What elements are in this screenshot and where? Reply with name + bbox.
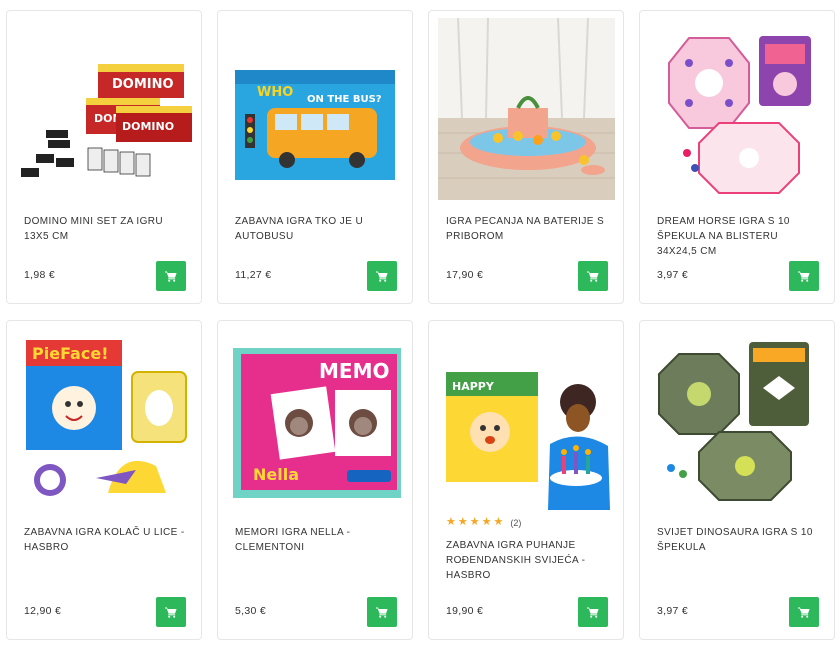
- product-card[interactable]: DOMINO DOMINO DOMINO DOMINO MINI SET ZA …: [6, 10, 202, 304]
- add-to-cart-button[interactable]: [578, 597, 608, 627]
- svg-text:MEMO: MEMO: [319, 359, 389, 383]
- add-to-cart-button[interactable]: [156, 597, 186, 627]
- svg-text:Nella: Nella: [253, 465, 299, 484]
- product-title[interactable]: ZABAVNA IGRA PUHANJE ROĐENDANSKIH SVIJEĆ…: [446, 538, 609, 583]
- product-card[interactable]: HAPPY ★ ★ ★ ★ ★ (2) ZABAVNA IGRA PUHANJE…: [428, 320, 624, 640]
- svg-text:PieFace!: PieFace!: [32, 344, 108, 363]
- product-card[interactable]: DREAM HORSE IGRA S 10 ŠPEKULA NA BLISTER…: [639, 10, 835, 304]
- product-price: 5,30 €: [235, 605, 266, 617]
- star-icon: ★: [481, 516, 492, 528]
- add-to-cart-button[interactable]: [367, 261, 397, 291]
- product-title[interactable]: ZABAVNA IGRA TKO JE U AUTOBUSU: [235, 214, 398, 244]
- product-rating: ★ ★ ★ ★ ★ (2): [446, 517, 521, 528]
- add-to-cart-button[interactable]: [789, 597, 819, 627]
- product-price: 3,97 €: [657, 605, 688, 617]
- product-image[interactable]: WHO ON THE BUS?: [227, 18, 404, 200]
- product-price: 11,27 €: [235, 269, 272, 281]
- svg-text:DOMINO: DOMINO: [112, 77, 174, 92]
- shopping-cart-icon: [587, 607, 599, 618]
- shopping-cart-icon: [376, 271, 388, 282]
- product-price: 19,90 €: [446, 605, 484, 617]
- shopping-cart-icon: [165, 271, 177, 282]
- shopping-cart-icon: [376, 607, 388, 618]
- shopping-cart-icon: [798, 607, 810, 618]
- star-icon: ★: [446, 516, 456, 528]
- product-image[interactable]: DOMINO DOMINO DOMINO: [16, 18, 193, 200]
- star-icon: ★: [493, 516, 504, 528]
- product-image[interactable]: HAPPY: [438, 328, 615, 510]
- product-card[interactable]: WHO ON THE BUS? ZABAVNA IGRA TKO JE U AU…: [217, 10, 413, 304]
- svg-text:WHO: WHO: [257, 85, 293, 100]
- add-to-cart-button[interactable]: [367, 597, 397, 627]
- product-image[interactable]: PieFace!: [16, 328, 193, 510]
- add-to-cart-button[interactable]: [156, 261, 186, 291]
- product-title[interactable]: DOMINO MINI SET ZA IGRU 13x5 CM: [24, 214, 187, 244]
- product-card[interactable]: PieFace! ZABAVNA IGRA KOLAČ U LICE - HAS…: [6, 320, 202, 640]
- product-title[interactable]: DREAM HORSE IGRA S 10 ŠPEKULA NA BLISTER…: [657, 214, 820, 259]
- product-title[interactable]: SVIJET DINOSAURA IGRA S 10 ŠPEKULA: [657, 525, 820, 555]
- product-title[interactable]: IGRA PECANJA NA BATERIJE S PRIBOROM: [446, 214, 609, 244]
- shopping-cart-icon: [587, 271, 599, 282]
- product-title[interactable]: ZABAVNA IGRA KOLAČ U LICE - HASBRO: [24, 525, 187, 555]
- add-to-cart-button[interactable]: [578, 261, 608, 291]
- product-price: 1,98 €: [24, 269, 55, 281]
- shopping-cart-icon: [798, 271, 810, 282]
- svg-text:DOMINO: DOMINO: [122, 120, 174, 133]
- svg-text:ON THE BUS?: ON THE BUS?: [307, 94, 382, 105]
- product-card[interactable]: SVIJET DINOSAURA IGRA S 10 ŠPEKULA 3,97 …: [639, 320, 835, 640]
- add-to-cart-button[interactable]: [789, 261, 819, 291]
- product-price: 12,90 €: [24, 605, 62, 617]
- product-price: 17,90 €: [446, 269, 484, 281]
- svg-text:HAPPY: HAPPY: [452, 380, 495, 393]
- star-icon: ★: [469, 516, 480, 528]
- product-image[interactable]: [649, 18, 826, 200]
- product-image[interactable]: [438, 18, 615, 200]
- rating-count: (2): [510, 517, 522, 528]
- product-image[interactable]: MEMO Nella: [227, 328, 404, 510]
- product-image[interactable]: [649, 328, 826, 510]
- star-icon: ★: [457, 516, 468, 528]
- product-card[interactable]: IGRA PECANJA NA BATERIJE S PRIBOROM 17,9…: [428, 10, 624, 304]
- product-title[interactable]: MEMORI IGRA NELLA - CLEMENTONI: [235, 525, 398, 555]
- product-price: 3,97 €: [657, 269, 688, 281]
- product-card[interactable]: MEMO Nella MEMORI IGRA NELLA - CLEMENTON…: [217, 320, 413, 640]
- shopping-cart-icon: [165, 607, 177, 618]
